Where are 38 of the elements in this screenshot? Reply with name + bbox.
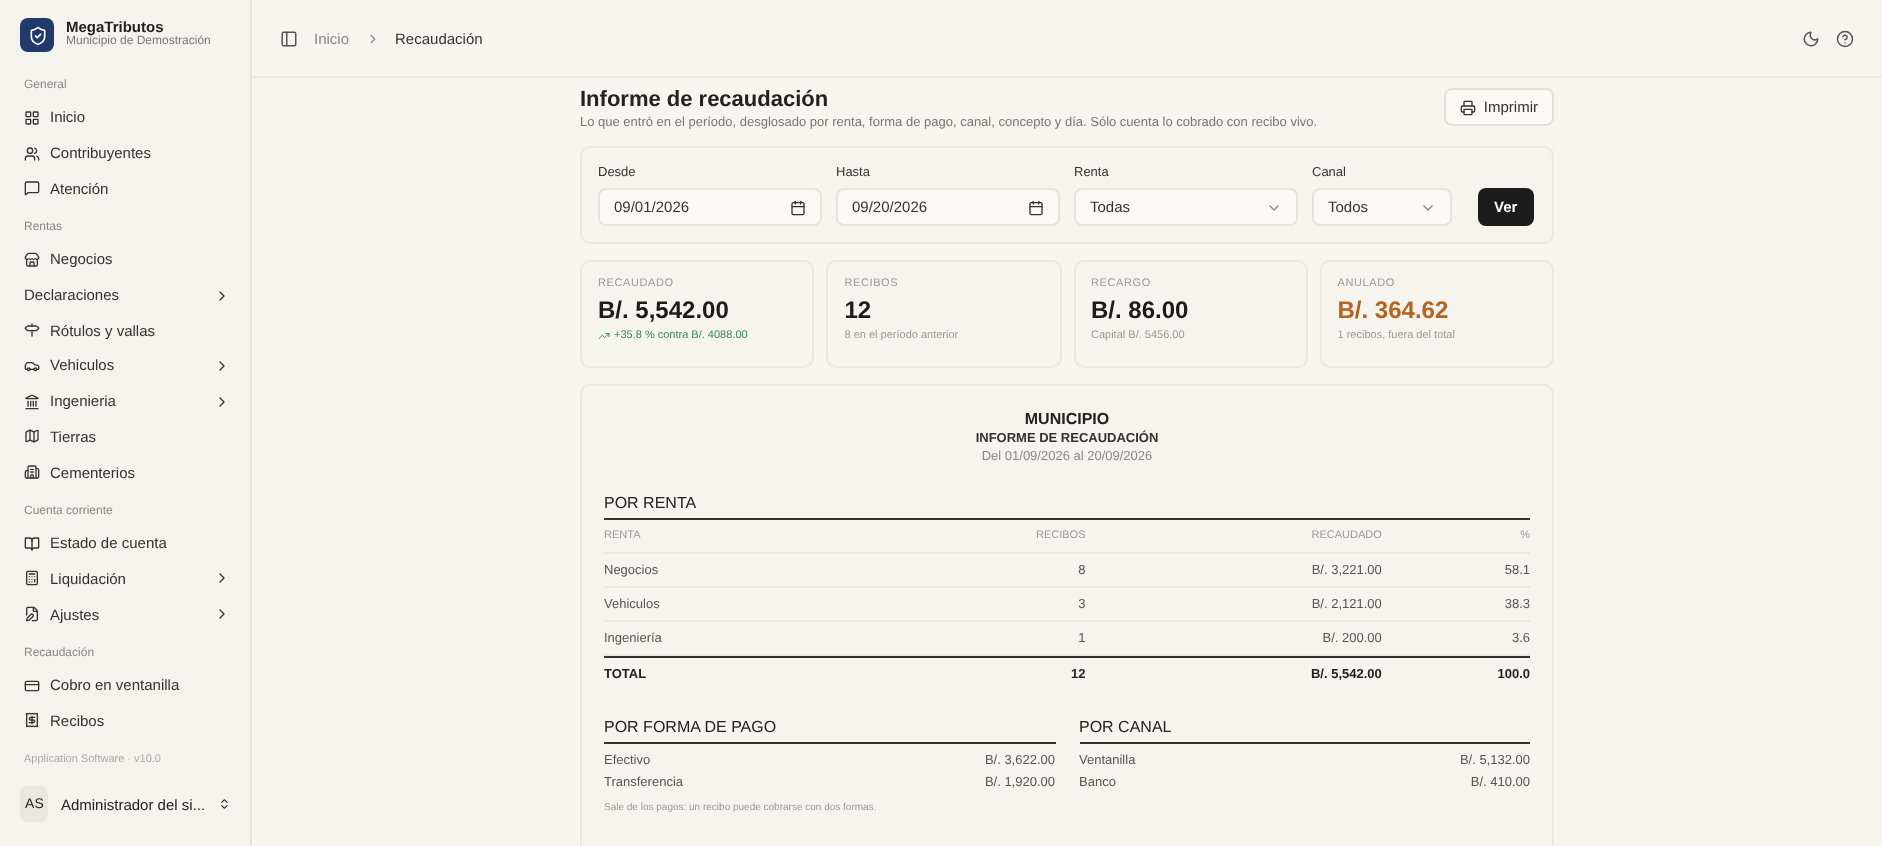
- stat-value: B/. 86.00: [1091, 296, 1191, 324]
- map-icon: [24, 428, 40, 445]
- stat-value: B/. 364.62: [1337, 296, 1451, 324]
- building-icon: [24, 393, 40, 410]
- book-icon: [24, 535, 40, 552]
- car-icon: [24, 357, 40, 374]
- section-heading: POR CANAL: [1079, 718, 1530, 745]
- calendar-icon: [790, 199, 806, 215]
- building-icon: [24, 464, 40, 481]
- chevron-icon: [214, 357, 230, 374]
- app-logo: [20, 18, 54, 52]
- section-heading: POR RENTA: [604, 494, 1530, 521]
- stat-value: B/. 5,542.00: [598, 296, 731, 324]
- chevron-icon: [214, 393, 230, 410]
- file-edit-icon: [24, 606, 40, 623]
- section-heading: POR FORMA DE PAGO: [604, 718, 1055, 745]
- page-title: Informe de recaudación: [580, 88, 831, 112]
- expand-icon: [217, 796, 230, 812]
- moon-icon[interactable]: [1802, 29, 1820, 47]
- sidebar-toggle-icon[interactable]: [280, 29, 298, 47]
- store-icon: [24, 251, 40, 268]
- card-icon: [24, 677, 40, 694]
- trend-up-icon: [598, 330, 610, 342]
- help-icon[interactable]: [1836, 29, 1854, 47]
- chevron-icon: [214, 287, 230, 304]
- calendar-icon: [1028, 199, 1044, 215]
- grid-icon: [24, 109, 40, 126]
- people-icon: [24, 145, 40, 162]
- chevron-icon: [214, 606, 230, 623]
- chevron-icon: [365, 31, 380, 45]
- chat-icon: [24, 180, 40, 197]
- chevron-icon: [214, 570, 230, 587]
- stat-value: 12: [844, 296, 874, 324]
- report-org: MUNICIPIO: [1022, 410, 1112, 430]
- calculator-icon: [24, 570, 40, 587]
- signpost-icon: [24, 322, 40, 339]
- printer-icon: [1459, 99, 1476, 115]
- receipt-icon: [24, 712, 40, 729]
